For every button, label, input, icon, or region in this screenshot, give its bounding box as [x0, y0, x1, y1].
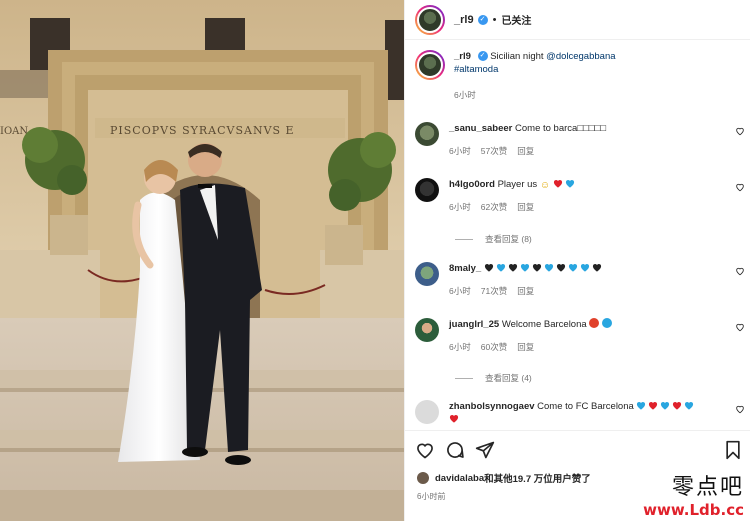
comment-item: zhanbolsynnogaev Come to FC Barcelona	[415, 400, 745, 426]
comment-username[interactable]: juanglrl_25	[449, 319, 499, 330]
blue-heart-icon	[520, 264, 529, 272]
black-heart-icon	[532, 264, 541, 272]
share-icon[interactable]	[475, 440, 495, 460]
caption-avatar[interactable]	[415, 50, 445, 80]
watermark-chinese: 零点吧	[671, 475, 744, 500]
commenter-avatar[interactable]	[415, 178, 439, 202]
black-heart-icon	[556, 264, 565, 272]
comment-time: 6小时	[449, 342, 471, 352]
post-header: _rl9 ✓ • 已关注	[405, 0, 750, 40]
comment-likes[interactable]: 60次赞	[481, 342, 507, 352]
post-action-bar	[405, 430, 750, 466]
blue-heart-icon	[661, 402, 670, 410]
post-photo[interactable]: PISCOPVS SYRACVSANVS E IOAN	[0, 0, 404, 521]
comment-text: Come to FC Barcelona	[537, 401, 637, 412]
comment-like-heart-icon[interactable]	[735, 182, 745, 192]
facade-inscription: PISCOPVS SYRACVSANVS E	[110, 124, 295, 137]
comment-reply-button[interactable]: 回复	[517, 146, 534, 156]
commenter-avatar[interactable]	[415, 318, 439, 342]
comment-reply-button[interactable]: 回复	[517, 202, 534, 212]
post-side-panel: _rl9 ✓ • 已关注 _rl9 ✓ Sicilian night @dolc…	[404, 0, 750, 521]
view-replies-button[interactable]: 查看回复 (4)	[455, 372, 532, 384]
caption-hashtag-link[interactable]: #altamoda	[454, 64, 498, 75]
likes-summary[interactable]: davidalaba 和其他19.7 万位用户赞了	[417, 471, 591, 485]
replies-divider	[455, 238, 473, 240]
replies-divider	[455, 377, 473, 379]
site-watermark: 零点吧 www.Ldb.cc	[643, 475, 744, 519]
caption-mention-link[interactable]: @dolcegabbana	[546, 51, 615, 62]
red-heart-icon	[449, 415, 459, 423]
comment-like-heart-icon[interactable]	[735, 322, 745, 332]
photo-scene: PISCOPVS SYRACVSANVS E IOAN	[0, 0, 404, 521]
blue-heart-icon	[580, 264, 589, 272]
comment-icon[interactable]	[445, 440, 465, 460]
caption-username[interactable]: _rl9	[454, 51, 471, 62]
comment-username[interactable]: _sanu_sabeer	[449, 123, 512, 134]
comment-text: Come to barca	[515, 123, 578, 134]
facade-inscription-left: IOAN	[0, 126, 28, 137]
comment-username[interactable]: h4lgo0ord	[449, 179, 495, 190]
caption-time: 6小时	[454, 90, 476, 100]
grin-emoji-icon: ☺	[539, 180, 551, 191]
blue-heart-icon	[637, 402, 646, 410]
blue-heart-icon	[565, 180, 574, 188]
commenter-avatar[interactable]	[415, 122, 439, 146]
comment-text: Player us	[497, 179, 540, 190]
red-circle-emoji-icon	[589, 318, 600, 328]
author-avatar[interactable]	[415, 4, 445, 35]
comment-reply-button[interactable]: 回复	[517, 286, 534, 296]
heart-icon[interactable]	[415, 440, 435, 460]
comment-item: _sanu_sabeer Come to barca□□□□□ 6小时 57次赞回…	[415, 122, 745, 158]
red-heart-icon	[553, 180, 562, 188]
comment-like-heart-icon[interactable]	[735, 404, 745, 414]
comment-item: juanglrl_25 Welcome Barcelona 6小时 60次赞 回复	[415, 318, 745, 354]
bookmark-icon[interactable]	[723, 440, 743, 460]
commenter-avatar[interactable]	[415, 262, 439, 286]
comment-text-trail: □□□□□	[577, 123, 607, 134]
red-heart-icon	[673, 402, 682, 410]
comment-likes[interactable]: 71次赞	[481, 286, 507, 296]
red-heart-icon	[649, 402, 658, 410]
comment-item: 8maly_ 6小时 71次赞 回复	[415, 262, 745, 298]
view-replies-button[interactable]: 查看回复 (8)	[455, 233, 532, 245]
comment-text: Welcome Barcelona	[501, 319, 590, 330]
comment-username[interactable]: 8maly_	[449, 263, 481, 274]
black-heart-icon	[484, 264, 493, 272]
comment-time: 6小时	[449, 202, 471, 212]
verified-icon: ✓	[477, 51, 488, 62]
caption-text: Sicilian night	[490, 51, 547, 62]
comment-time: 6小时	[449, 146, 471, 156]
comment-item: h4lgo0ord Player us ☺ 6小时 62次赞 回复	[415, 178, 745, 214]
likes-count-text[interactable]: 和其他19.7 万位用户赞了	[484, 471, 591, 485]
author-username[interactable]: _rl9	[454, 14, 474, 26]
blue-heart-icon	[544, 264, 553, 272]
verified-icon: ✓	[477, 14, 488, 25]
blue-heart-icon	[685, 402, 694, 410]
black-heart-icon	[592, 264, 601, 272]
commenter-avatar[interactable]	[415, 400, 439, 424]
view-replies-label: 查看回复 (8)	[485, 234, 532, 244]
liker-avatar[interactable]	[417, 472, 429, 484]
watermark-url: www.Ldb.cc	[643, 501, 744, 519]
comment-likes[interactable]: 57次赞	[481, 146, 507, 156]
blue-circle-emoji-icon	[601, 318, 612, 328]
post-timestamp: 6小时前	[417, 492, 446, 501]
follow-status-button[interactable]: 已关注	[501, 12, 531, 27]
view-replies-label: 查看回复 (4)	[485, 373, 532, 383]
dot-separator: •	[492, 13, 497, 26]
comment-username[interactable]: zhanbolsynnogaev	[449, 401, 535, 412]
comment-likes[interactable]: 62次赞	[481, 202, 507, 212]
black-heart-icon	[508, 264, 517, 272]
comment-reply-button[interactable]: 回复	[517, 342, 534, 352]
heart-emoji-row	[484, 263, 604, 274]
comment-time: 6小时	[449, 286, 471, 296]
liker-username[interactable]: davidalaba	[435, 473, 484, 484]
post-caption: _rl9 ✓ Sicilian night @dolcegabbana #alt…	[415, 50, 741, 102]
blue-heart-icon	[568, 264, 577, 272]
comment-like-heart-icon[interactable]	[735, 126, 745, 136]
blue-heart-icon	[496, 264, 505, 272]
comment-like-heart-icon[interactable]	[735, 266, 745, 276]
